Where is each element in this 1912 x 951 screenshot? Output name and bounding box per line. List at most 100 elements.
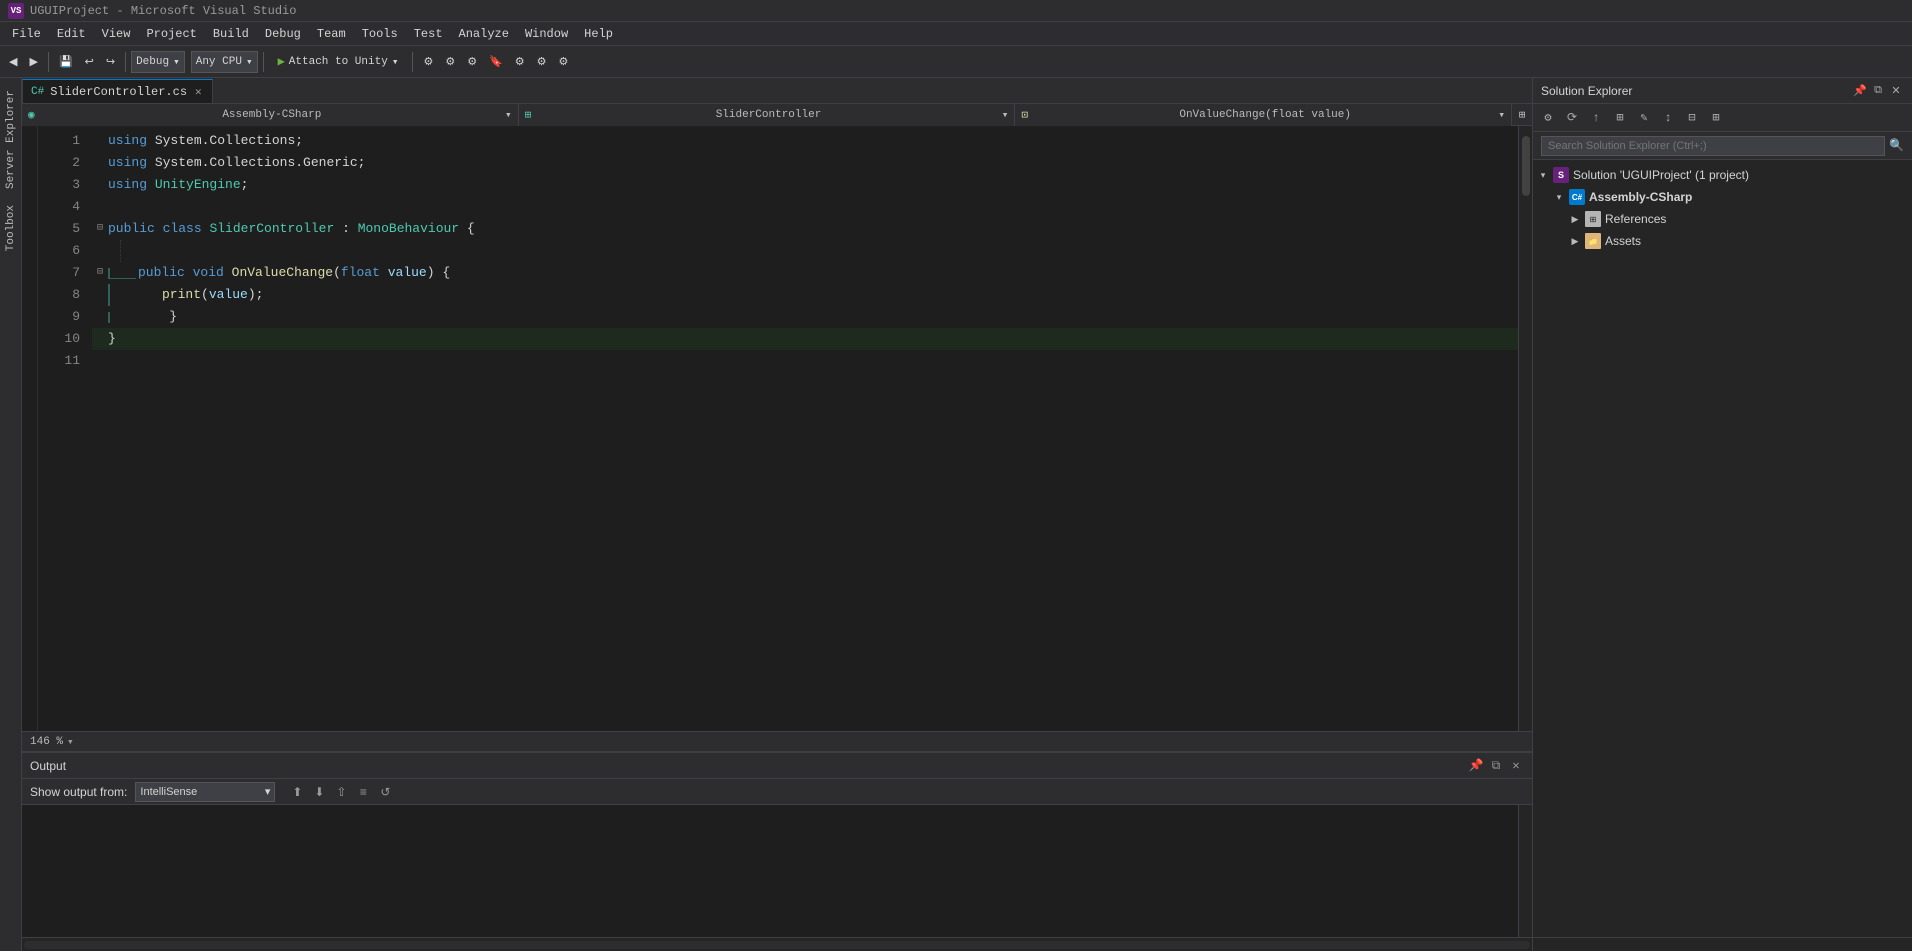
se-tool-5[interactable]: ✎ <box>1633 107 1655 129</box>
menu-window[interactable]: Window <box>517 25 576 43</box>
attach-dropdown-arrow: ▾ <box>392 55 399 69</box>
show-from-value: IntelliSense <box>140 786 197 798</box>
redo-button[interactable]: ↪ <box>101 50 120 74</box>
tree-assets[interactable]: ▶ 📁 Assets <box>1533 230 1912 252</box>
refs-icon: ⊞ <box>1585 211 1601 227</box>
menu-file[interactable]: File <box>4 25 49 43</box>
references-label: References <box>1605 212 1666 226</box>
assembly-dropdown[interactable]: ◉ Assembly-CSharp ▾ <box>22 104 519 126</box>
debug-mode-dropdown[interactable]: Debug ▾ <box>131 51 185 73</box>
se-pin-btn[interactable]: 📌 <box>1852 83 1868 99</box>
assembly-label: Assembly-CSharp <box>1589 190 1692 204</box>
menu-team[interactable]: Team <box>309 25 354 43</box>
tab-filename: SliderController.cs <box>50 85 187 99</box>
output-pin-btn[interactable]: 📌 <box>1468 758 1484 774</box>
slider-controller-tab[interactable]: C# SliderController.cs ✕ <box>22 79 213 103</box>
output-scrollbar[interactable] <box>1518 805 1532 937</box>
line-num-4: 4 <box>38 196 80 218</box>
attach-to-unity-button[interactable]: ▶ Attach to Unity ▾ <box>269 50 408 74</box>
se-tool-1[interactable]: ⚙ <box>1537 107 1559 129</box>
se-tool-8[interactable]: ⊞ <box>1705 107 1727 129</box>
platform-label: Any CPU <box>196 56 242 68</box>
output-float-btn[interactable]: ⧉ <box>1488 758 1504 774</box>
zoom-dropdown[interactable]: ▾ <box>67 735 74 749</box>
menu-project[interactable]: Project <box>138 25 204 43</box>
code-editor[interactable]: 1 2 3 4 5 6 7 8 9 10 11 using System.Col… <box>22 126 1532 731</box>
assembly-chevron: ▾ <box>1553 191 1565 203</box>
method-dropdown[interactable]: ⊡ OnValueChange(float value) ▾ <box>1015 104 1512 126</box>
left-sidebar: Server Explorer Toolbox <box>0 78 22 951</box>
output-tool-4[interactable]: ≡ <box>353 782 373 802</box>
editor-scrollbar[interactable] <box>1518 126 1532 731</box>
toolbar-btn-extra3[interactable]: ⚙ <box>462 50 482 74</box>
horizontal-scrollbar[interactable] <box>82 737 1524 747</box>
server-explorer-tab[interactable]: Server Explorer <box>1 82 21 197</box>
fold-7: ⊟ <box>92 262 108 284</box>
show-from-dropdown[interactable]: IntelliSense ▾ <box>135 782 275 802</box>
output-tool-1[interactable]: ⬆ <box>287 782 307 802</box>
menu-analyze[interactable]: Analyze <box>451 25 517 43</box>
se-tool-6[interactable]: ↕ <box>1657 107 1679 129</box>
output-tool-5[interactable]: ↺ <box>375 782 395 802</box>
toolbar-btn-extra5[interactable]: ⚙ <box>510 50 530 74</box>
menu-build[interactable]: Build <box>205 25 257 43</box>
se-tool-4[interactable]: ⊞ <box>1609 107 1631 129</box>
tree-references[interactable]: ▶ ⊞ References <box>1533 208 1912 230</box>
se-controls: 📌 ⧉ ✕ <box>1852 83 1904 99</box>
nav-bar: ◉ Assembly-CSharp ▾ ⊞ SliderController ▾… <box>22 104 1532 126</box>
platform-dropdown[interactable]: Any CPU ▾ <box>191 51 258 73</box>
code-line-10: } <box>92 328 1518 350</box>
menu-debug[interactable]: Debug <box>257 25 309 43</box>
forward-button[interactable]: ▶ <box>24 50 42 74</box>
attach-play-icon: ▶ <box>278 54 285 69</box>
menu-view[interactable]: View <box>94 25 139 43</box>
assembly-label: Assembly-CSharp <box>222 109 321 121</box>
se-tool-2[interactable]: ⟳ <box>1561 107 1583 129</box>
scrollbar-thumb[interactable] <box>1522 136 1530 196</box>
menu-test[interactable]: Test <box>406 25 451 43</box>
back-button[interactable]: ◀ <box>4 50 22 74</box>
toolbar-btn-extra4[interactable]: 🔖 <box>484 50 508 74</box>
toolbar-btn-extra2[interactable]: ⚙ <box>440 50 460 74</box>
se-search-bar: 🔍 <box>1533 132 1912 160</box>
toolbar-btn-extra6[interactable]: ⚙ <box>532 50 552 74</box>
se-close-btn[interactable]: ✕ <box>1888 83 1904 99</box>
debug-dropdown-arrow: ▾ <box>173 55 180 69</box>
tree-assembly-csharp[interactable]: ▾ C# Assembly-CSharp <box>1533 186 1912 208</box>
output-bottom-scroll[interactable] <box>22 937 1532 951</box>
class-dropdown[interactable]: ⊞ SliderController ▾ <box>519 104 1016 126</box>
solution-icon: S <box>1553 167 1569 183</box>
cs-icon: C# <box>31 86 44 98</box>
se-float-btn[interactable]: ⧉ <box>1870 83 1886 99</box>
output-tool-2[interactable]: ⬇ <box>309 782 329 802</box>
tab-close-button[interactable]: ✕ <box>193 84 204 100</box>
menu-edit[interactable]: Edit <box>49 25 94 43</box>
se-search-input[interactable] <box>1541 136 1885 156</box>
output-close-btn[interactable]: ✕ <box>1508 758 1524 774</box>
save-button[interactable]: 💾 <box>54 50 78 74</box>
output-tool-btns: ⬆ ⬇ ⇧ ≡ ↺ <box>287 782 395 802</box>
toolbar-btn-extra7[interactable]: ⚙ <box>554 50 574 74</box>
se-bottom-scrollbar[interactable] <box>1533 937 1912 951</box>
se-tool-7[interactable]: ⊟ <box>1681 107 1703 129</box>
menu-help[interactable]: Help <box>576 25 621 43</box>
code-line-1: using System.Collections; <box>92 130 1518 152</box>
tab-bar: C# SliderController.cs ✕ <box>22 78 1532 104</box>
toolbox-tab[interactable]: Toolbox <box>1 197 21 259</box>
menu-bar: File Edit View Project Build Debug Team … <box>0 22 1912 46</box>
code-content[interactable]: using System.Collections; using System.C… <box>88 126 1518 731</box>
nav-expand-btn[interactable]: ⊞ <box>1512 108 1532 122</box>
output-tool-3[interactable]: ⇧ <box>331 782 351 802</box>
se-tool-3[interactable]: ↑ <box>1585 107 1607 129</box>
output-panel: Output 📌 ⧉ ✕ Show output from: IntelliSe… <box>22 751 1532 951</box>
zoom-bar: 146 % ▾ <box>22 731 1532 751</box>
menu-tools[interactable]: Tools <box>354 25 406 43</box>
fold-5: ⊟ <box>92 218 108 240</box>
tree-solution[interactable]: ▾ S Solution 'UGUIProject' (1 project) <box>1533 164 1912 186</box>
show-from-label: Show output from: <box>30 785 127 799</box>
line-numbers: 1 2 3 4 5 6 7 8 9 10 11 <box>38 126 88 731</box>
solution-label: Solution 'UGUIProject' (1 project) <box>1573 168 1749 182</box>
vs-logo: VS <box>8 3 24 19</box>
undo-button[interactable]: ↩ <box>80 50 99 74</box>
toolbar-btn-extra1[interactable]: ⚙ <box>418 50 438 74</box>
